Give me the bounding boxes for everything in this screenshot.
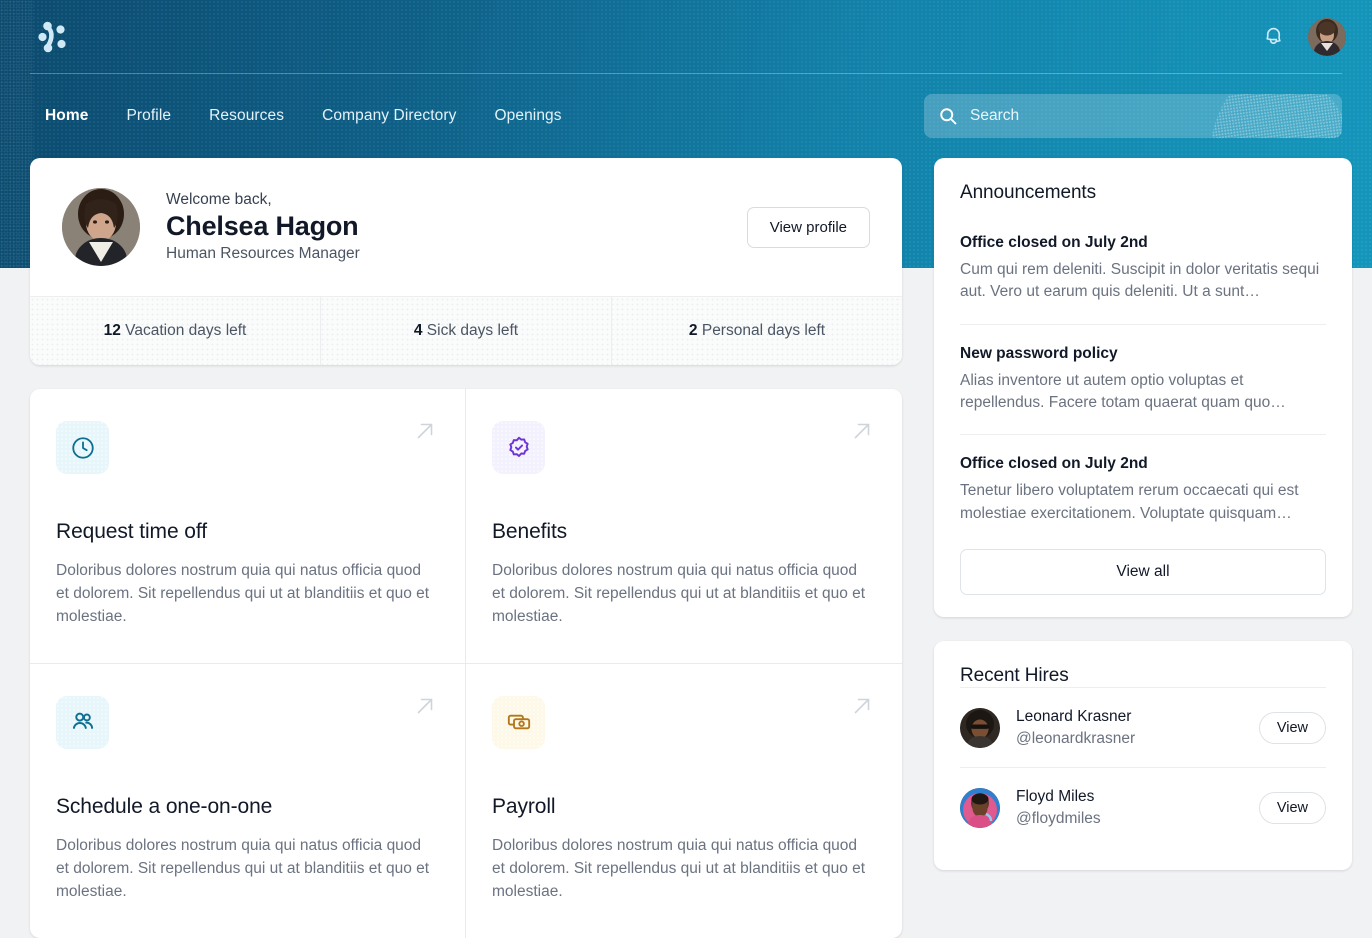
announcement-body: Tenetur libero voluptatem rerum occaecat… [960,482,1299,522]
action-description: Doloribus dolores nostrum quia qui natus… [56,562,430,625]
action-description: Doloribus dolores nostrum quia qui natus… [492,562,866,625]
action-card-request-time-off[interactable]: Request time off Doloribus dolores nostr… [30,389,466,664]
welcome-text: Welcome back, Chelsea Hagon Human Resour… [166,191,360,262]
action-card-schedule-one-on-one[interactable]: Schedule a one-on-one Doloribus dolores … [30,663,466,938]
action-card-payroll[interactable]: Payroll Doloribus dolores nostrum quia q… [466,664,902,938]
stat-personal-label: Personal days left [697,322,826,339]
view-all-announcements-button[interactable]: View all [960,548,1326,595]
announcements-panel: Announcements Office closed on July 2nd … [934,158,1352,617]
search-box[interactable] [924,93,1342,138]
main-column: Welcome back, Chelsea Hagon Human Resour… [30,158,902,938]
announcements-title: Announcements [960,182,1097,203]
topbar [0,0,1372,73]
view-profile-button[interactable]: View profile [746,206,870,248]
hire-name: Leonard Krasner [1016,707,1132,725]
search-input[interactable] [970,106,1328,125]
nav-item-resources[interactable]: Resources [190,97,303,135]
action-title: Schedule a one-on-one [56,794,273,818]
molecule-logo-icon[interactable] [30,15,74,59]
badge-check-icon [492,421,545,474]
announcements-list: Office closed on July 2nd Cum qui rem de… [960,212,1326,545]
welcome-card: Welcome back, Chelsea Hagon Human Resour… [30,158,902,365]
quick-actions-grid: Request time off Doloribus dolores nostr… [30,389,902,938]
action-description: Doloribus dolores nostrum quia qui natus… [56,836,430,900]
profile-avatar [62,188,140,266]
recent-hires-panel: Recent Hires Leonard Krasner @leonardkra… [934,640,1352,870]
action-title: Benefits [492,520,568,543]
main-nav: Home Profile Resources Company Directory… [30,97,581,135]
hire-handle: @leonardkrasner [1016,729,1136,747]
nav-item-openings[interactable]: Openings [475,97,580,135]
nav-item-company-directory[interactable]: Company Directory [303,97,475,135]
announcement-title: Office closed on July 2nd [960,234,1148,251]
clock-icon [56,421,109,474]
nav-row: Home Profile Resources Company Directory… [0,74,1372,157]
arrow-up-right-icon [413,419,437,448]
avatar [960,787,1000,828]
announcement-item[interactable]: Office closed on July 2nd Cum qui rem de… [960,212,1326,324]
arrow-up-right-icon [850,419,874,448]
announcement-title: Office closed on July 2nd [960,455,1148,473]
stat-sick-label: Sick days left [422,322,519,339]
arrow-up-right-icon [413,694,437,723]
announcement-item[interactable]: Office closed on July 2nd Tenetur libero… [960,434,1326,545]
stats-bar: 12 Vacation days left 4 Sick days left 2… [30,296,902,365]
nav-item-home[interactable]: Home [26,97,107,135]
view-hire-button[interactable]: View [1258,711,1326,744]
users-icon [56,695,109,749]
welcome-greeting: Welcome back, [166,191,272,209]
hire-name: Floyd Miles [1016,788,1095,806]
hire-handle: @floydmiles [1016,809,1101,827]
list-item: Floyd Miles @floydmiles View [960,767,1326,847]
announcement-body: Alias inventore ut autem optio voluptas … [960,371,1286,411]
welcome-row: Welcome back, Chelsea Hagon Human Resour… [30,158,902,296]
action-card-benefits[interactable]: Benefits Doloribus dolores nostrum quia … [466,389,902,664]
announcement-body: Cum qui rem deleniti. Suscipit in dolor … [960,261,1320,301]
topbar-actions [1260,17,1346,56]
stat-personal-value: 2 [688,322,698,339]
page-body: Welcome back, Chelsea Hagon Human Resour… [0,158,1372,938]
announcement-title: New password policy [960,344,1118,362]
stat-vacation-value: 12 [103,322,121,339]
stat-sick: 4 Sick days left [320,297,611,365]
banknotes-icon [492,695,545,749]
stat-vacation-label: Vacation days left [120,322,247,339]
welcome-role: Human Resources Manager [166,244,360,262]
avatar[interactable] [1308,17,1346,56]
page-title: Chelsea Hagon [166,211,359,242]
sidebar-column: Announcements Office closed on July 2nd … [934,158,1352,870]
arrow-up-right-icon [850,694,874,723]
action-description: Doloribus dolores nostrum quia qui natus… [492,836,866,900]
action-title: Payroll [492,794,556,818]
recent-hires-title: Recent Hires [960,664,1069,686]
announcement-item[interactable]: New password policy Alias inventore ut a… [960,323,1326,435]
bell-icon[interactable] [1260,24,1286,50]
stat-personal: 2 Personal days left [611,297,902,365]
stat-vacation: 12 Vacation days left [30,297,320,365]
stat-sick-value: 4 [413,322,423,339]
action-title: Request time off [56,520,207,543]
view-hire-button[interactable]: View [1258,791,1326,824]
avatar [960,707,1000,748]
hire-info: Leonard Krasner @leonardkrasner [1016,706,1135,749]
list-item: Leonard Krasner @leonardkrasner View [960,686,1326,767]
search-icon [938,106,958,126]
nav-item-profile[interactable]: Profile [107,97,190,135]
hire-info: Floyd Miles @floydmiles [1016,786,1101,829]
